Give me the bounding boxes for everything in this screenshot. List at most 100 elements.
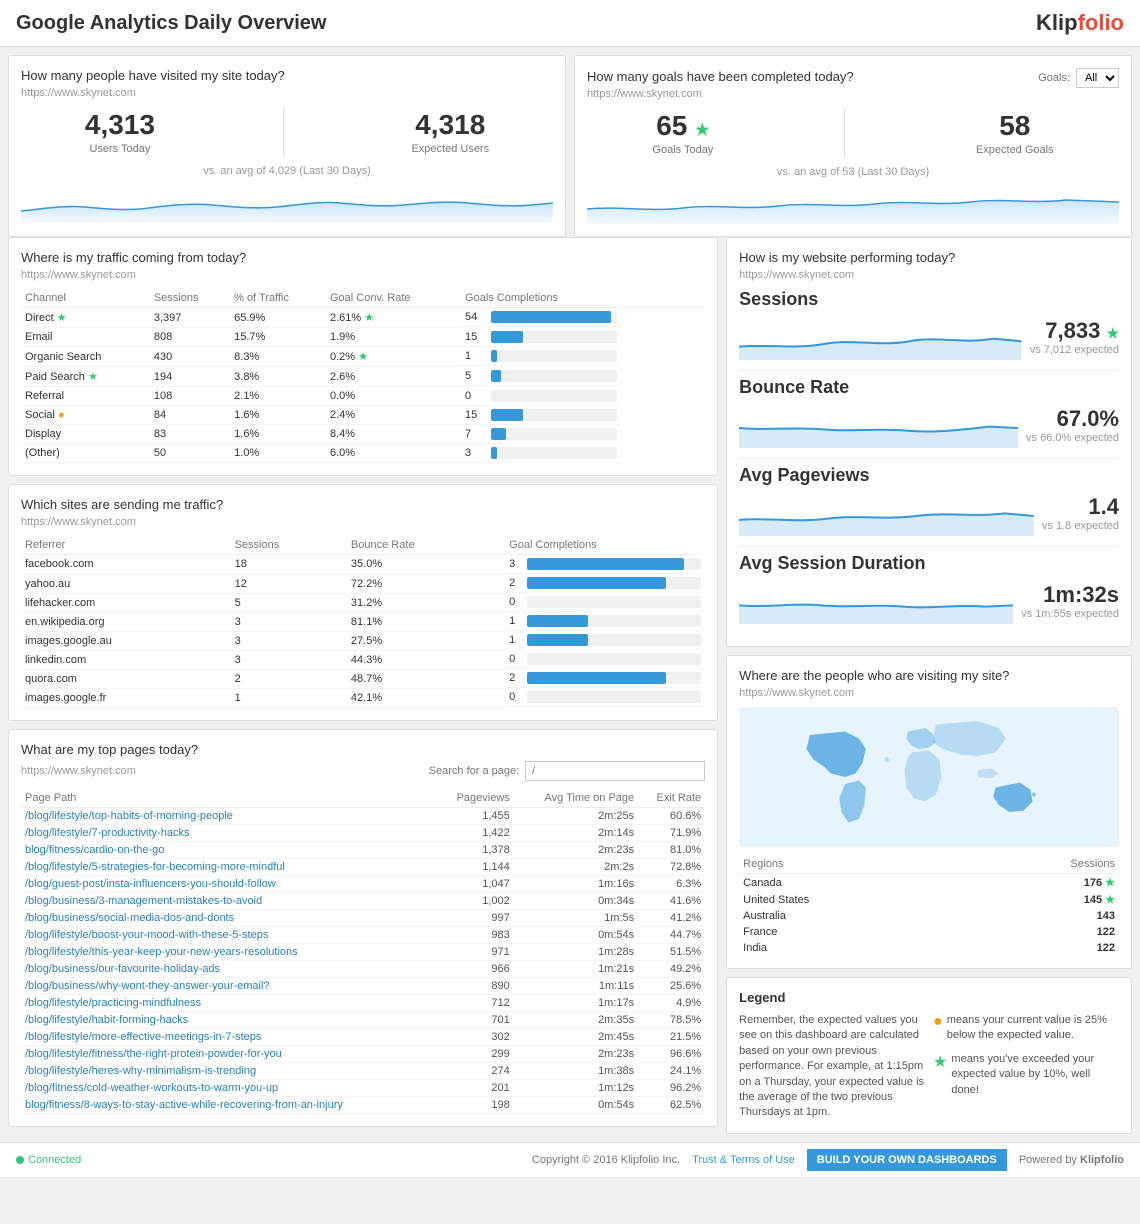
pageviews-cell: 971 bbox=[436, 943, 514, 960]
table-row: /blog/fitness/cold-weather-workouts-to-w… bbox=[21, 1079, 705, 1096]
traffic-col-channel: Channel bbox=[21, 289, 150, 308]
table-row: (Other) 50 1.0% 6.0% 3 bbox=[21, 444, 705, 463]
perf-title: How is my website performing today? bbox=[739, 250, 1119, 265]
regions-col-name: Regions bbox=[739, 855, 961, 874]
traffic-title: Where is my traffic coming from today? bbox=[21, 250, 705, 265]
legend-orange-item: ● means your current value is 25% below … bbox=[933, 1013, 1119, 1044]
visitors-metrics: 4,313 Users Today 4,318 Expected Users bbox=[21, 107, 553, 157]
right-column: How is my website performing today? http… bbox=[726, 237, 1132, 1134]
table-row: /blog/business/social-media-dos-and-dont… bbox=[21, 909, 705, 926]
footer-trust: Trust & Terms of Use bbox=[692, 1154, 795, 1166]
goals-today-block: 65 ★ Goals Today bbox=[652, 110, 713, 156]
perf-pageviews: Avg Pageviews 1.4 vs 1.8 expected bbox=[739, 465, 1119, 536]
bottom-section: Where is my traffic coming from today? h… bbox=[0, 237, 1140, 1142]
sessions-cell: 50 bbox=[150, 444, 230, 463]
page-path-cell: /blog/business/our-favourite-holiday-ads bbox=[21, 960, 436, 977]
pages-col-exit: Exit Rate bbox=[638, 789, 705, 808]
referrer-cell: facebook.com bbox=[21, 555, 231, 575]
table-row: yahoo.au 12 72.2% 2 bbox=[21, 574, 705, 593]
table-row: /blog/lifestyle/5-strategies-for-becomin… bbox=[21, 858, 705, 875]
ref-sessions-cell: 12 bbox=[231, 574, 347, 593]
referrer-cell: images.google.au bbox=[21, 631, 231, 650]
ref-col-sessions: Sessions bbox=[231, 536, 347, 555]
goals-divider bbox=[844, 108, 845, 158]
bounce-label: Bounce Rate bbox=[739, 377, 1119, 398]
pages-col-pageviews: Pageviews bbox=[436, 789, 514, 808]
goals-sparkline bbox=[587, 184, 1119, 224]
table-row: lifehacker.com 5 31.2% 0 bbox=[21, 593, 705, 612]
pct-cell: 3.8% bbox=[230, 367, 326, 387]
regions-col-sessions: Sessions bbox=[961, 855, 1119, 874]
session-dur-expected: vs 1m:55s expected bbox=[1021, 608, 1119, 620]
pageviews-expected: vs 1.8 expected bbox=[1042, 520, 1119, 532]
connected-label: Connected bbox=[28, 1154, 81, 1166]
pageviews-sparkline bbox=[739, 496, 1034, 536]
table-row: /blog/lifestyle/top-habits-of-morning-pe… bbox=[21, 807, 705, 824]
visitors-avg: vs. an avg of 4,029 (Last 30 Days) bbox=[21, 165, 553, 177]
legend-orange-icon: ● bbox=[933, 1013, 943, 1031]
users-today-label: Users Today bbox=[85, 143, 155, 155]
goals-today-label: Goals Today bbox=[652, 144, 713, 156]
page-path-cell: /blog/lifestyle/more-effective-meetings-… bbox=[21, 1028, 436, 1045]
table-row: en.wikipedia.org 3 81.1% 1 bbox=[21, 612, 705, 631]
bounce-expected: vs 66.0% expected bbox=[1026, 432, 1119, 444]
sessions-cell: 194 bbox=[150, 367, 230, 387]
region-name-cell: Canada bbox=[739, 874, 961, 892]
bounce-cell: 72.2% bbox=[347, 574, 505, 593]
ref-sessions-cell: 2 bbox=[231, 669, 347, 688]
pages-col-path: Page Path bbox=[21, 789, 436, 808]
pageviews-value: 1.4 bbox=[1042, 494, 1119, 520]
top-pages-title: What are my top pages today? bbox=[21, 742, 705, 757]
bounce-value: 67.0% bbox=[1026, 406, 1119, 432]
goals-bar-cell: 1 bbox=[461, 347, 621, 366]
goals-bar-cell: 0 bbox=[461, 387, 621, 406]
table-row: linkedin.com 3 44.3% 0 bbox=[21, 650, 705, 669]
goals-select[interactable]: All bbox=[1076, 68, 1119, 88]
table-row: France 122 bbox=[739, 924, 1119, 940]
ref-sessions-cell: 3 bbox=[231, 631, 347, 650]
ref-sessions-cell: 1 bbox=[231, 688, 347, 707]
pageviews-cell: 302 bbox=[436, 1028, 514, 1045]
ref-col-bounce: Bounce Rate bbox=[347, 536, 505, 555]
users-today-value: 4,313 bbox=[85, 109, 155, 141]
avg-time-cell: 1m:21s bbox=[514, 960, 638, 977]
pageviews-cell: 1,422 bbox=[436, 824, 514, 841]
avg-time-cell: 1m:16s bbox=[514, 875, 638, 892]
goals-today-value: 65 ★ bbox=[652, 110, 713, 142]
legend-star-desc: means you've exceeded your expected valu… bbox=[951, 1052, 1119, 1098]
traffic-card: Where is my traffic coming from today? h… bbox=[8, 237, 718, 476]
ref-sessions-cell: 3 bbox=[231, 612, 347, 631]
build-dashboards-button[interactable]: BUILD YOUR OWN DASHBOARDS bbox=[807, 1149, 1007, 1171]
table-row: Display 83 1.6% 8.4% 7 bbox=[21, 425, 705, 444]
page-path-cell: /blog/lifestyle/this-year-keep-your-new-… bbox=[21, 943, 436, 960]
search-input[interactable] bbox=[525, 761, 705, 781]
legend-star-icon: ★ bbox=[933, 1052, 947, 1072]
exit-cell: 24.1% bbox=[638, 1062, 705, 1079]
page-path-cell: /blog/fitness/cold-weather-workouts-to-w… bbox=[21, 1079, 436, 1096]
conv-cell: 1.9% bbox=[326, 328, 461, 347]
ref-col-referrer: Referrer bbox=[21, 536, 231, 555]
traffic-col-sessions: Sessions bbox=[150, 289, 230, 308]
perf-url: https://www.skynet.com bbox=[739, 269, 1119, 281]
goals-label: Goals: bbox=[1038, 72, 1070, 84]
pages-col-avgtime: Avg Time on Page bbox=[514, 789, 638, 808]
pageviews-cell: 1,378 bbox=[436, 841, 514, 858]
page-path-cell: /blog/business/3-management-mistakes-to-… bbox=[21, 892, 436, 909]
page-path-cell: /blog/lifestyle/heres-why-minimalism-is-… bbox=[21, 1062, 436, 1079]
exit-cell: 6.3% bbox=[638, 875, 705, 892]
sessions-value: 7,833 ★ bbox=[1030, 318, 1119, 344]
sessions-label: Sessions bbox=[739, 289, 1119, 310]
page-path-cell: blog/fitness/cardio-on-the-go bbox=[21, 841, 436, 858]
page-path-cell: blog/fitness/8-ways-to-stay-active-while… bbox=[21, 1096, 436, 1113]
table-row: /blog/lifestyle/practicing-mindfulness 7… bbox=[21, 994, 705, 1011]
pageviews-cell: 1,047 bbox=[436, 875, 514, 892]
region-name-cell: Australia bbox=[739, 908, 961, 924]
top-row: How many people have visited my site tod… bbox=[8, 55, 1132, 237]
pct-cell: 1.6% bbox=[230, 406, 326, 425]
channel-cell: Organic Search bbox=[21, 347, 150, 367]
region-sessions-cell: 145 ★ bbox=[961, 891, 1119, 908]
left-column: Where is my traffic coming from today? h… bbox=[8, 237, 718, 1134]
avg-time-cell: 2m:14s bbox=[514, 824, 638, 841]
table-row: Canada 176 ★ bbox=[739, 874, 1119, 892]
session-dur-label: Avg Session Duration bbox=[739, 553, 1119, 574]
